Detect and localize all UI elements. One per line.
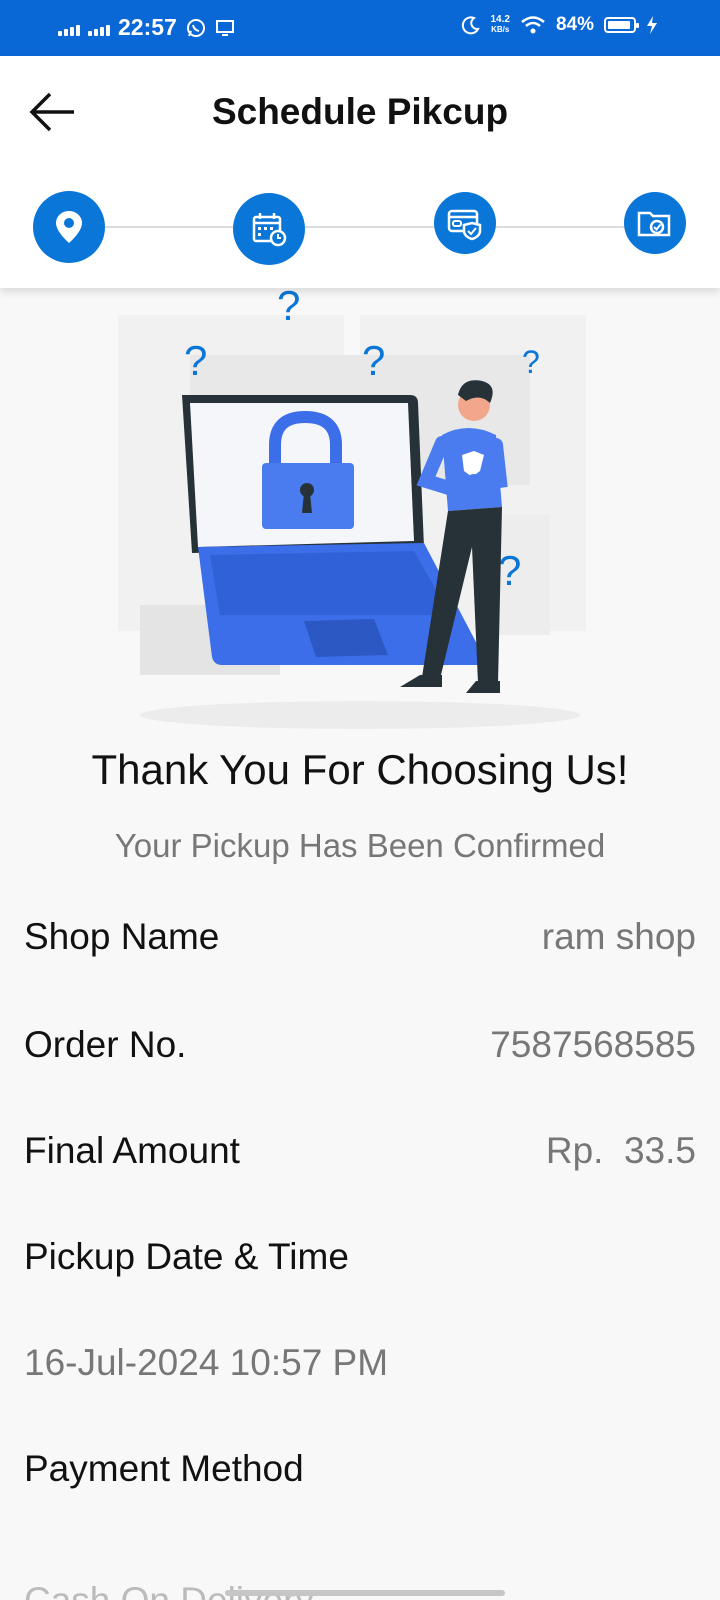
confirmation-subtitle: Your Pickup Has Been Confirmed — [114, 827, 606, 864]
shop-name-value: ram shop — [541, 916, 696, 957]
step-schedule[interactable] — [233, 193, 305, 265]
question-mark-icon: ? — [498, 547, 521, 594]
floor-shadow — [140, 701, 580, 729]
status-right: 14.2 KB/s 84% — [461, 14, 659, 36]
status-time: 22:57 — [118, 14, 177, 40]
final-amount-label: Final Amount — [24, 1130, 240, 1171]
status-bar: 22:57 14.2 KB/s 84% — [0, 0, 720, 56]
location-pin-icon — [56, 211, 82, 243]
pickup-datetime-label: Pickup Date & Time — [24, 1236, 349, 1277]
question-mark-icon: ? — [184, 337, 207, 384]
home-indicator[interactable] — [225, 1590, 505, 1596]
thank-you-title: Thank You For Choosing Us! — [91, 746, 629, 793]
order-no-value: 7587568585 — [490, 1024, 696, 1065]
payment-card-shield-icon — [447, 209, 482, 241]
step-confirm[interactable] — [624, 192, 686, 254]
signal-2-icon — [88, 20, 110, 36]
header-card: Schedule Pikcup — [0, 56, 720, 288]
stepper-line — [70, 226, 650, 228]
charging-icon — [647, 16, 657, 34]
payment-method-label: Payment Method — [24, 1448, 304, 1489]
question-mark-icon: ? — [522, 344, 540, 380]
folder-check-icon — [637, 211, 671, 237]
order-no-label: Order No. — [24, 1024, 187, 1065]
network-speed-value: 14.2 — [490, 14, 510, 25]
pickup-datetime-value: 16-Jul-2024 10:57 PM — [24, 1342, 389, 1383]
battery-percent: 84% — [555, 14, 594, 35]
network-speed: 14.2 KB/s — [491, 15, 510, 35]
signal-1-icon — [58, 20, 80, 36]
question-mark-icon: ? — [362, 337, 385, 384]
wifi-icon — [521, 16, 545, 34]
page-title: Schedule Pikcup — [211, 91, 509, 132]
status-left: 22:57 — [58, 14, 235, 41]
shop-name-label: Shop Name — [24, 916, 220, 957]
whatsapp-icon — [186, 18, 205, 37]
moon-icon — [461, 16, 480, 35]
security-illustration: ? ? ? ? ? — [118, 285, 586, 729]
battery-icon — [604, 17, 639, 33]
question-mark-icon: ? — [277, 285, 300, 329]
step-location[interactable] — [33, 191, 105, 263]
network-speed-unit: KB/s — [491, 25, 510, 34]
final-amount-value: Rp. 33.5 — [545, 1130, 696, 1171]
screen-cast-icon — [215, 19, 234, 36]
calendar-clock-icon — [252, 213, 287, 247]
step-payment[interactable] — [434, 192, 496, 254]
battery-fill — [608, 21, 630, 29]
